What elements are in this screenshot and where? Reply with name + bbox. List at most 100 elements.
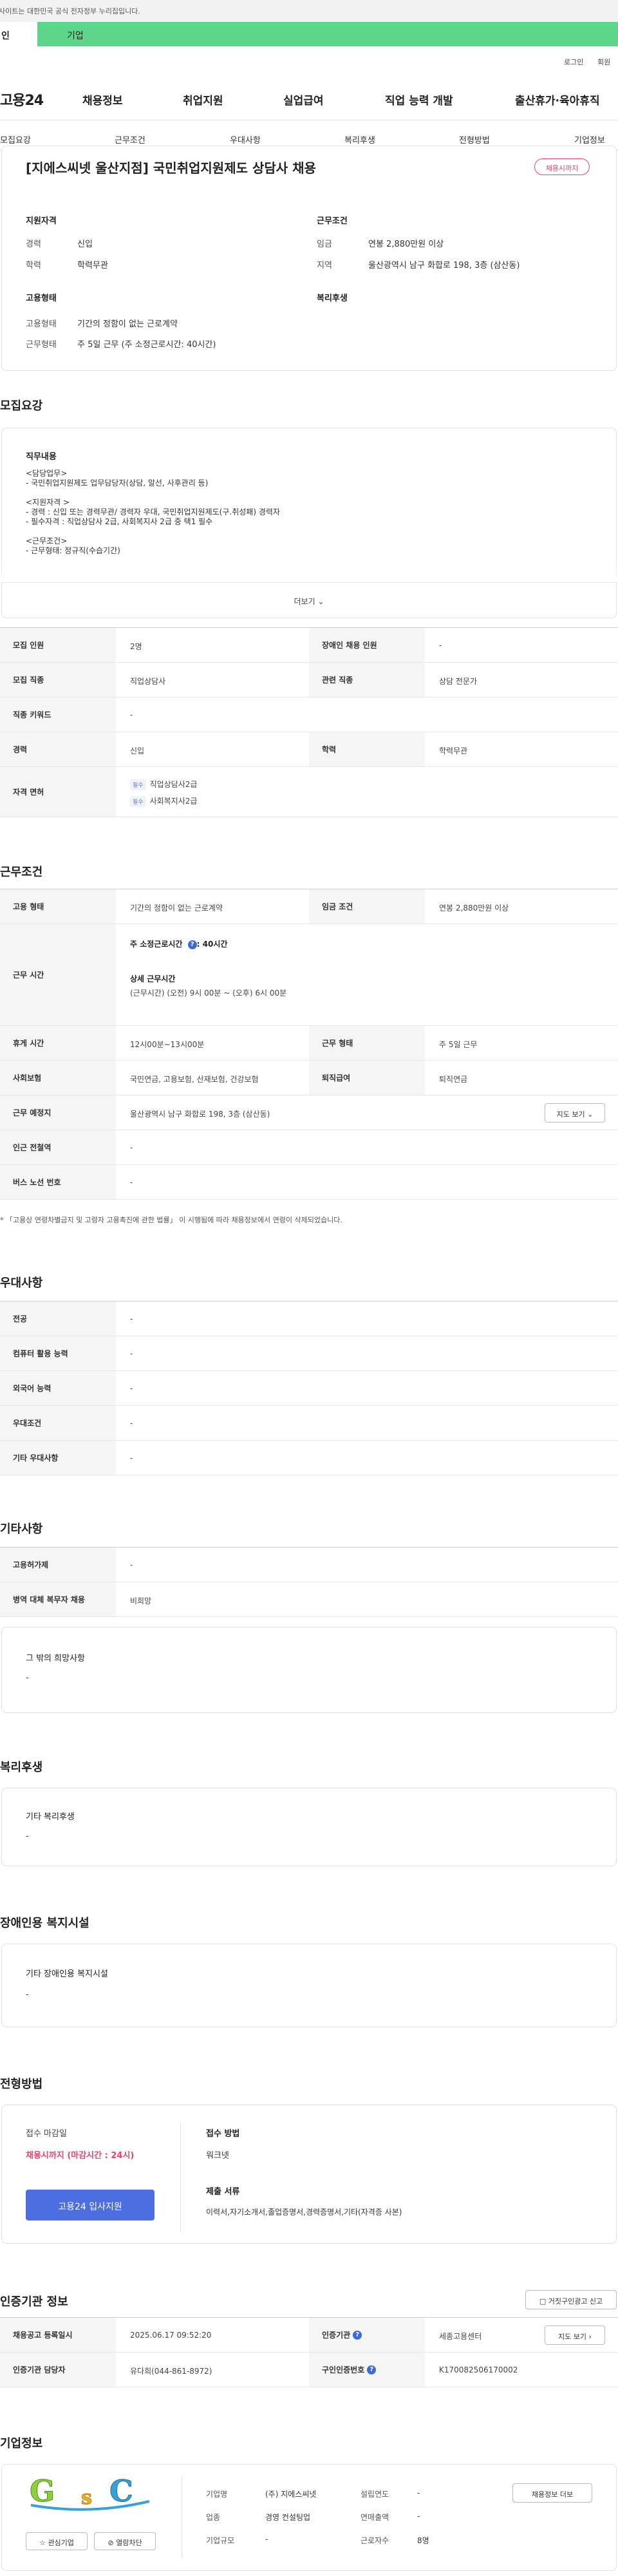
tab-corporate[interactable]: 기업 bbox=[37, 22, 618, 46]
subnav-recruit[interactable]: 모집요강 bbox=[0, 133, 31, 146]
gsc-logo-image: G s C bbox=[30, 2474, 150, 2511]
duties-line: - 근무형태: 정규직(수습기간) bbox=[26, 546, 120, 555]
emp-type-label: 고용형태 bbox=[26, 319, 57, 329]
sales-label: 연매출액 bbox=[360, 2513, 389, 2522]
other-heading: 기타사항 bbox=[0, 1522, 43, 1536]
size-value: - bbox=[265, 2535, 268, 2544]
required-pill: 필수 bbox=[130, 779, 146, 790]
report-fake-ad-button[interactable]: □ 거짓구인광고 신고 bbox=[525, 2290, 617, 2309]
table-cell: - bbox=[130, 1349, 133, 1358]
employees-label: 근로자수 bbox=[360, 2536, 389, 2545]
nav-parental-leave[interactable]: 출산휴가·육아휴직 bbox=[515, 91, 600, 108]
block-view-button[interactable]: ⊘ 열람차단 bbox=[94, 2532, 156, 2550]
table-cell: 2025.06.17 09:52:20 bbox=[130, 2331, 212, 2340]
region-label: 지역 bbox=[317, 261, 332, 270]
emp-type-value: 기간의 정함이 없는 근로계약 bbox=[77, 319, 178, 329]
method-value: 워크넷 bbox=[206, 2151, 229, 2161]
table-header: 장애인 채용 인원 bbox=[309, 628, 425, 662]
duties-line: <근무조건> bbox=[26, 536, 68, 545]
hours-detail: (근무시간) (오전) 9시 00분 ~ (오후) 6시 00분 bbox=[130, 989, 287, 998]
site-logo[interactable]: 고용24 bbox=[0, 89, 44, 109]
info-icon[interactable]: ? bbox=[353, 2330, 362, 2340]
table-header: 우대조건 bbox=[0, 1406, 116, 1440]
sales-value: - bbox=[417, 2512, 420, 2521]
deadline-label: 접수 마감일 bbox=[26, 2129, 67, 2139]
map-button[interactable]: 지도 보기 ⌄ bbox=[545, 1103, 605, 1122]
table-cell: - bbox=[130, 1560, 133, 1569]
other-wish-title: 그 밖의 희망사항 bbox=[26, 1654, 85, 1663]
table-cell: 연봉 2,880만원 이상 bbox=[439, 904, 509, 913]
report-icon: □ bbox=[539, 2297, 547, 2306]
favorite-company-button[interactable]: ☆ 관심기업 bbox=[26, 2532, 88, 2550]
license-item: 필수 직업상담사2급 bbox=[130, 779, 197, 790]
founded-value: - bbox=[417, 2488, 420, 2497]
weekly-hours: 주 소정근로시간 ?: 40시간 bbox=[130, 938, 227, 949]
nav-employment-support[interactable]: 취업지원 bbox=[183, 91, 223, 108]
table-header: 고용허가제 bbox=[0, 1548, 116, 1582]
table-header: 기타 우대사항 bbox=[0, 1441, 116, 1475]
table-header: 컴퓨터 활용 능력 bbox=[0, 1336, 116, 1370]
apply-button[interactable]: 고용24 입사지원 bbox=[26, 2190, 154, 2221]
table-header: 임금 조건 bbox=[309, 889, 425, 923]
nav-vocational-training[interactable]: 직업 능력 개발 bbox=[385, 91, 453, 108]
industry-label: 업종 bbox=[206, 2513, 221, 2522]
nav-jobs[interactable]: 채용정보 bbox=[82, 91, 123, 108]
disabled-facilities-heading: 장애인용 복지시설 bbox=[0, 1917, 89, 1930]
more-button[interactable]: 더보기 ⌄ bbox=[1, 582, 617, 617]
company-name-label: 기업명 bbox=[206, 2490, 228, 2499]
tab-personal[interactable]: 인 bbox=[0, 22, 37, 46]
recruit-heading: 모집요강 bbox=[0, 399, 43, 413]
block-icon: ⊘ bbox=[108, 2539, 114, 2547]
table-header: 인근 전철역 bbox=[0, 1130, 116, 1164]
table-cell: - bbox=[130, 1419, 133, 1428]
table-row: 모집 직종 직업상담사 관련 직종 상담 전문가 bbox=[0, 663, 618, 697]
subnav-company[interactable]: 기업정보 bbox=[574, 133, 605, 146]
welfare-heading: 복리후생 bbox=[317, 294, 348, 303]
info-icon[interactable]: ? bbox=[187, 940, 197, 949]
table-cell: - bbox=[130, 1384, 133, 1393]
table-row: 버스 노선 번호 - bbox=[0, 1165, 618, 1200]
table-header: 근무 시간 bbox=[0, 924, 116, 1025]
table-header: 인증기관? bbox=[309, 2318, 425, 2352]
table-header: 버스 노선 번호 bbox=[0, 1165, 116, 1199]
logo-letter-g: G bbox=[30, 2476, 55, 2508]
agency-map-button[interactable]: 지도 보기 › bbox=[545, 2325, 605, 2345]
table-row: 인증기관 담당자 유다희(044-861-8972) 구인인증번호? K1700… bbox=[0, 2353, 618, 2387]
login-link[interactable]: 로그인 bbox=[564, 57, 583, 67]
table-header: 채용공고 등록일시 bbox=[0, 2318, 116, 2352]
license-name: 사회복지사2급 bbox=[149, 797, 198, 806]
subnav-selection[interactable]: 전형방법 bbox=[459, 133, 490, 146]
career-label: 경력 bbox=[26, 240, 41, 249]
company-jobs-button[interactable]: 채용정보 더보 bbox=[512, 2483, 592, 2503]
table-header: 병역 대체 복무자 채용 bbox=[0, 1582, 116, 1616]
table-cell: - bbox=[439, 641, 442, 650]
wage-value: 연봉 2,880만원 이상 bbox=[368, 240, 444, 249]
license-item: 필수 사회복지사2급 bbox=[130, 795, 197, 807]
table-cell: 퇴직연금 bbox=[439, 1075, 468, 1084]
nav-unemployment-benefit[interactable]: 실업급여 bbox=[283, 91, 324, 108]
table-row: 모집 인원 2명 장애인 채용 인원 - bbox=[0, 628, 618, 663]
duties-line: - 경력 : 신입 또는 경력무관/ 경력자 우대, 국민취업지원제도(구.취성… bbox=[26, 507, 280, 516]
subnav-conditions[interactable]: 근무조건 bbox=[115, 133, 145, 146]
docs-label: 제출 서류 bbox=[206, 2187, 240, 2197]
join-link[interactable]: 회원 bbox=[597, 57, 610, 67]
info-icon[interactable]: ? bbox=[367, 2365, 377, 2374]
id-label: 구인인증번호 bbox=[322, 2365, 365, 2374]
method-label: 접수 방법 bbox=[206, 2129, 240, 2139]
subnav-welfare[interactable]: 복리후생 bbox=[344, 133, 375, 146]
subnav-preference[interactable]: 우대사항 bbox=[230, 133, 261, 146]
map-button-label: 지도 보기 bbox=[556, 1110, 585, 1119]
table-header: 근무 형태 bbox=[309, 1026, 425, 1060]
report-button-label: 거짓구인광고 신고 bbox=[548, 2297, 603, 2306]
table-header: 모집 인원 bbox=[0, 628, 116, 662]
agency-label: 인증기관 bbox=[322, 2331, 351, 2340]
table-row: 외국어 능력 - bbox=[0, 1371, 618, 1406]
wage-label: 임금 bbox=[317, 240, 332, 249]
block-label: 열람차단 bbox=[116, 2539, 142, 2547]
table-cell: - bbox=[130, 1178, 133, 1187]
divider bbox=[180, 2123, 181, 2232]
table-cell: 울산광역시 남구 화합로 198, 3층 (삼산동) bbox=[130, 1110, 270, 1119]
table-row: 우대조건 - bbox=[0, 1406, 618, 1441]
table-cell: 신입 bbox=[130, 746, 145, 755]
table-header: 자격 면허 bbox=[0, 767, 116, 817]
